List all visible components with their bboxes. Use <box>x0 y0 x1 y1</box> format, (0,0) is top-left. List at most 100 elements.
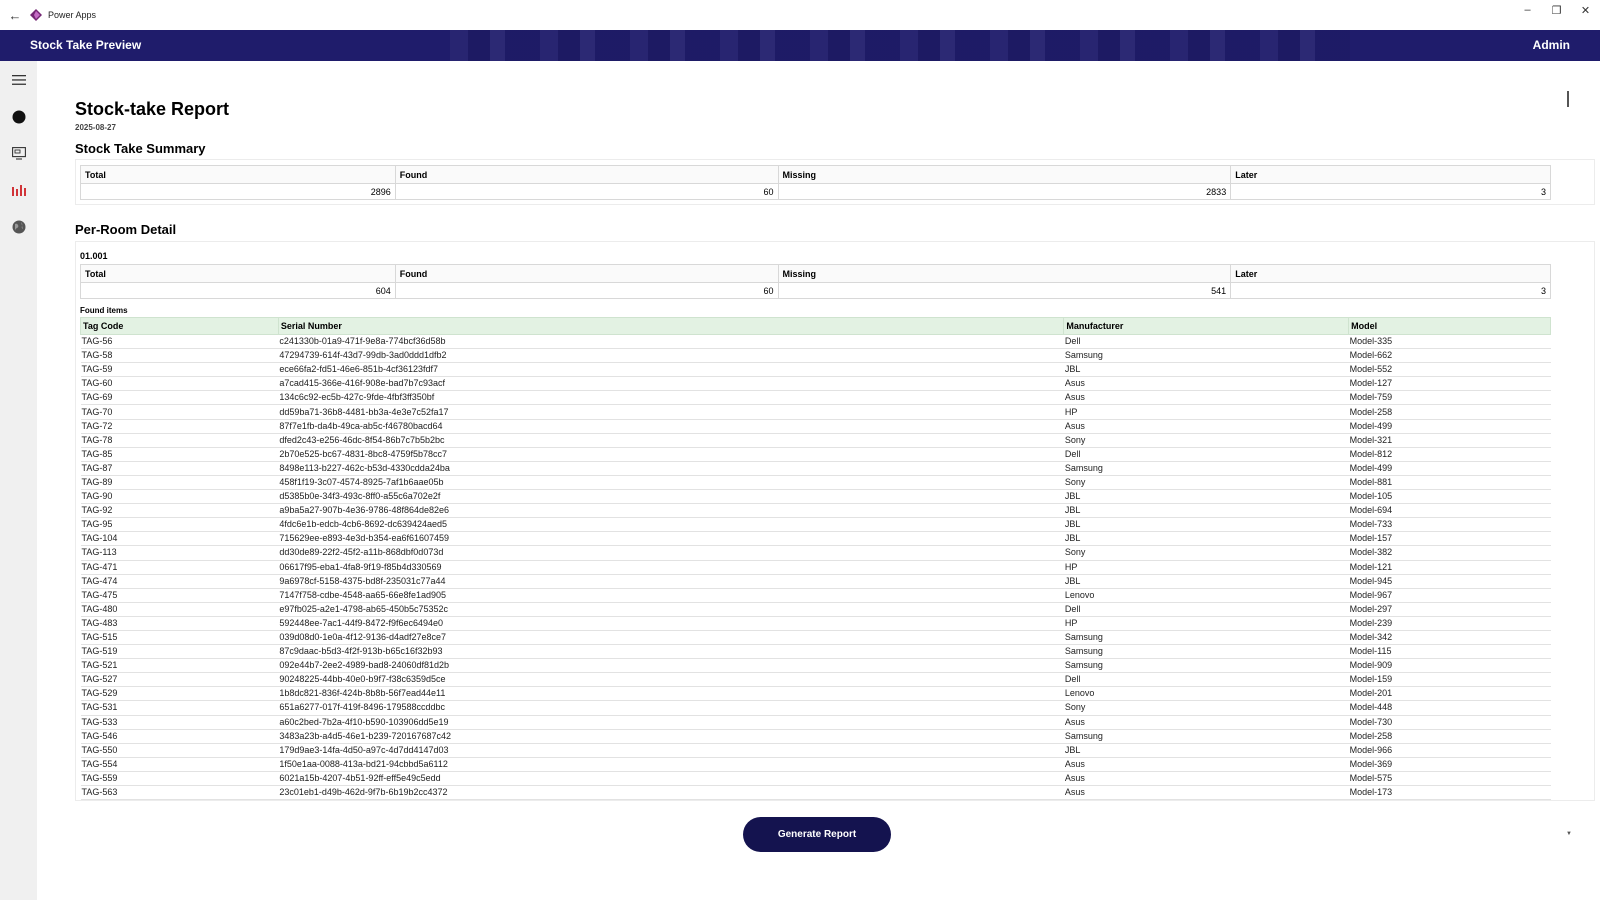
cell-serial-number: 3483a23b-a4d5-46e1-b239-720167687c42 <box>278 729 1064 744</box>
cell-manufacturer: Asus <box>1063 785 1349 801</box>
back-arrow-icon[interactable]: ← <box>0 0 30 30</box>
table-row[interactable]: TAG-533 a60c2bed-7b2a-4f10-b590-103906dd5… <box>80 715 1551 730</box>
close-icon[interactable]: ✕ <box>1571 0 1600 20</box>
cell-tag-code: TAG-56 <box>80 334 279 350</box>
table-row[interactable]: TAG-59 ece66fa2-fd51-46e6-851b-4cf36123fd… <box>80 362 1551 378</box>
cell-serial-number: c241330b-01a9-471f-9e8a-774bcf36d58b <box>278 334 1064 350</box>
cell-model: Model-759 <box>1348 390 1551 406</box>
cell-tag-code: TAG-529 <box>80 686 279 702</box>
cell-manufacturer: Dell <box>1063 602 1349 617</box>
cell-tag-code: TAG-113 <box>80 545 279 561</box>
cell-manufacturer: Asus <box>1063 771 1349 787</box>
table-row[interactable]: TAG-474 9a6978cf-5158-4375-bd8f-235031c77… <box>80 574 1551 589</box>
table-row[interactable]: TAG-521 092e44b7-2ee2-4989-bad8-24060df81… <box>80 658 1551 674</box>
table-row[interactable]: TAG-550 179d9ae3-14fa-4d50-a97c-4d7dd4147… <box>80 743 1551 758</box>
cell-manufacturer: JBL <box>1063 517 1349 533</box>
cell-model: Model-321 <box>1348 433 1551 448</box>
app-header: Stock Take Preview Admin <box>0 30 1600 61</box>
cell-model: Model-342 <box>1348 630 1551 646</box>
cell-manufacturer: JBL <box>1063 574 1349 589</box>
cell-tag-code: TAG-483 <box>80 616 279 631</box>
cell-manufacturer: Asus <box>1063 390 1349 406</box>
monitor-icon[interactable] <box>8 143 29 164</box>
table-row[interactable]: TAG-92 a9ba5a27-907b-4e36-9786-48f864de82… <box>80 503 1551 519</box>
cell-manufacturer: HP <box>1063 404 1349 420</box>
table-row[interactable]: TAG-471 06617f95-eba1-4fa8-9f19-f85b4d330… <box>80 560 1551 575</box>
cell-manufacturer: HP <box>1063 560 1349 575</box>
table-row[interactable]: TAG-56 c241330b-01a9-471f-9e8a-774bcf36d5… <box>80 334 1551 350</box>
report-scrollbar[interactable]: ▼ <box>1566 91 1572 837</box>
summary-header-later: Later <box>1230 165 1551 184</box>
cell-serial-number: 47294739-614f-43d7-99db-3ad0ddd1dfb2 <box>278 348 1064 364</box>
cell-serial-number: ece66fa2-fd51-46e6-851b-4cf36123fdf7 <box>278 362 1064 378</box>
cell-manufacturer: HP <box>1063 616 1349 631</box>
scroll-thumb[interactable] <box>1567 91 1569 107</box>
cell-manufacturer: Lenovo <box>1063 588 1349 603</box>
cell-tag-code: TAG-78 <box>80 433 279 448</box>
col-manufacturer[interactable]: Manufacturer <box>1063 317 1350 335</box>
table-row[interactable]: TAG-483 592448ee-7ac1-44f9-8472-f9f6ec649… <box>80 616 1551 631</box>
summary-found: 60 <box>394 183 779 200</box>
cell-model: Model-258 <box>1348 729 1551 744</box>
cell-manufacturer: JBL <box>1063 489 1349 505</box>
col-model[interactable]: Model <box>1348 317 1551 335</box>
cell-model: Model-382 <box>1348 545 1551 561</box>
cell-serial-number: 458f1f19-3c07-4574-8925-7af1b6aae05b <box>278 475 1064 491</box>
cell-model: Model-297 <box>1348 602 1551 617</box>
circle-icon[interactable] <box>8 106 29 127</box>
room-header-missing: Missing <box>777 264 1232 283</box>
table-row[interactable]: TAG-78 dfed2c43-e256-46dc-8f54-86b7c7b5b2… <box>80 433 1551 448</box>
col-tag-code[interactable]: Tag Code <box>80 317 279 335</box>
table-row[interactable]: TAG-72 87f7e1fb-da4b-49ca-ab5c-f46780bacd… <box>80 419 1551 434</box>
table-row[interactable]: TAG-58 47294739-614f-43d7-99db-3ad0ddd1df… <box>80 348 1551 364</box>
cell-serial-number: a9ba5a27-907b-4e36-9786-48f864de82e6 <box>278 503 1064 519</box>
table-row[interactable]: TAG-563 23c01eb1-d49b-462d-9f7b-6b19b2cc4… <box>80 785 1551 801</box>
cell-manufacturer: Samsung <box>1063 630 1349 646</box>
cell-manufacturer: JBL <box>1063 362 1349 378</box>
table-row[interactable]: TAG-559 6021a15b-4207-4b51-92ff-eff5e49c5… <box>80 771 1551 787</box>
table-row[interactable]: TAG-546 3483a23b-a4d5-46e1-b239-720167687… <box>80 729 1551 744</box>
cell-manufacturer: JBL <box>1063 503 1349 519</box>
cell-tag-code: TAG-89 <box>80 475 279 491</box>
cell-model: Model-662 <box>1348 348 1551 364</box>
table-row[interactable]: TAG-475 7147f758-cdbe-4548-aa65-66e8fe1ad… <box>80 588 1551 603</box>
table-row[interactable]: TAG-554 1f50e1aa-0088-413a-bd21-94cbbd5a6… <box>80 757 1551 772</box>
table-row[interactable]: TAG-70 dd59ba71-36b8-4481-bb3a-4e3e7c52fa… <box>80 404 1551 420</box>
table-row[interactable]: TAG-515 039d08d0-1e0a-4f12-9136-d4adf27e8… <box>80 630 1551 646</box>
per-room-title: Per-Room Detail <box>75 222 177 237</box>
header-user[interactable]: Admin <box>1533 38 1570 52</box>
cell-tag-code: TAG-559 <box>80 771 279 787</box>
scroll-down-icon[interactable]: ▼ <box>1566 831 1572 837</box>
cell-model: Model-694 <box>1348 503 1551 519</box>
report-title: Stock-take Report <box>75 99 230 119</box>
restore-icon[interactable]: ❐ <box>1542 0 1571 20</box>
cell-serial-number: 134c6c92-ec5b-427c-9fde-4fbf3ff350bf <box>278 390 1064 406</box>
table-row[interactable]: TAG-90 d5385b0e-34f3-493c-8ff0-a55c6a702e… <box>80 489 1551 505</box>
col-serial-number[interactable]: Serial Number <box>277 317 1065 335</box>
minimize-icon[interactable]: – <box>1513 0 1542 20</box>
table-row[interactable]: TAG-69 134c6c92-ec5b-427c-9fde-4fbf3ff350… <box>80 390 1551 406</box>
table-row[interactable]: TAG-87 8498e113-b227-462c-b53d-4330cdda24… <box>80 461 1551 476</box>
table-row[interactable]: TAG-85 2b70e525-bc67-4831-8bc8-4759f5b78c… <box>80 447 1551 462</box>
table-row[interactable]: TAG-519 87c9daac-b5d3-4f2f-913b-b65c16f32… <box>80 644 1551 660</box>
cell-tag-code: TAG-550 <box>80 743 279 758</box>
table-row[interactable]: TAG-529 1b8dc821-836f-424b-8b8b-56f7ead44… <box>80 686 1551 702</box>
menu-icon[interactable] <box>8 69 29 90</box>
table-row[interactable]: TAG-113 dd30de89-22f2-45f2-a11b-868dbf0d0… <box>80 545 1551 561</box>
table-row[interactable]: TAG-104 715629ee-e893-4e3d-b354-ea6f61607… <box>80 531 1551 547</box>
cell-model: Model-369 <box>1348 757 1551 772</box>
cell-tag-code: TAG-69 <box>80 390 279 406</box>
cell-manufacturer: Samsung <box>1063 461 1349 476</box>
cell-serial-number: 23c01eb1-d49b-462d-9f7b-6b19b2cc4372 <box>278 785 1064 801</box>
cell-serial-number: 651a6277-017f-419f-8496-179588ccddbc <box>278 700 1064 716</box>
generate-report-button[interactable]: Generate Report <box>743 817 891 852</box>
table-row[interactable]: TAG-527 90248225-44bb-40e0-b9f7-f38c6359d… <box>80 672 1551 688</box>
table-row[interactable]: TAG-531 651a6277-017f-419f-8496-179588ccd… <box>80 700 1551 716</box>
table-row[interactable]: TAG-60 a7cad415-366e-416f-908e-bad7b7c93a… <box>80 376 1551 392</box>
table-row[interactable]: TAG-95 4fdc6e1b-edcb-4cb6-8692-dc639424ae… <box>80 517 1551 533</box>
table-row[interactable]: TAG-480 e97fb025-a2e1-4798-ab65-450b5c753… <box>80 602 1551 617</box>
bar-chart-icon[interactable] <box>8 179 29 200</box>
cell-model: Model-258 <box>1348 404 1551 420</box>
table-row[interactable]: TAG-89 458f1f19-3c07-4574-8925-7af1b6aae0… <box>80 475 1551 491</box>
globe-icon[interactable] <box>8 216 29 237</box>
